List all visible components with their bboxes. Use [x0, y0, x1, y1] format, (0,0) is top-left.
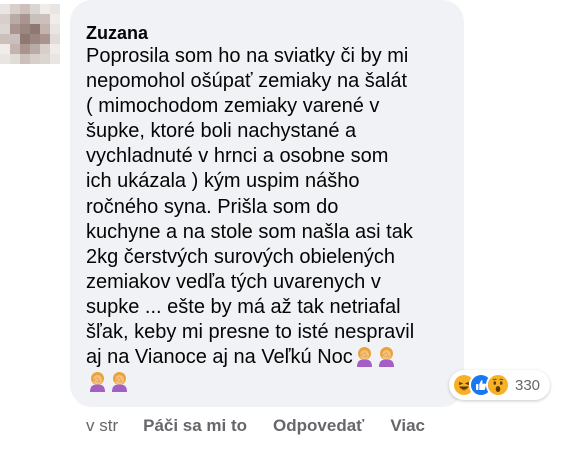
comment-line: zemiakov vedľa tých uvarenych v [86, 270, 381, 293]
comment-author[interactable]: Zuzana [86, 23, 148, 44]
comment-line: ročného syna. Prišla som do [86, 195, 339, 218]
comment-line: nepomohol ošúpať zemiaky na šalát [86, 70, 408, 93]
woman-facepalming-icon [87, 371, 108, 393]
comment-line: šľak, keby mi presne to isté nespravil [86, 321, 415, 344]
comment-thread: Zuzana Poprosila som ho na sviatky či by… [0, 0, 570, 452]
reply-button[interactable]: Odpovedať [273, 416, 364, 436]
comment-line-last: aj na Vianoce aj na Veľkú Noc [86, 345, 458, 370]
comment-text: Poprosila som ho na sviatky či by mi nep… [86, 44, 458, 395]
comment-line: ( mimochodom zemiaky varené v [86, 95, 380, 118]
avatar[interactable] [0, 2, 60, 66]
comment-line: kuchyne a na stole som našla asi tak [86, 220, 413, 243]
like-button[interactable]: Páči sa mi to [143, 416, 247, 436]
woman-facepalming-icon [109, 371, 130, 393]
comment-line: vychladnuté v hrnci a osobne som [86, 145, 389, 168]
reaction-count: 330 [515, 376, 541, 394]
comment-timestamp[interactable]: v str [86, 416, 118, 436]
more-button[interactable]: Viac [390, 416, 425, 436]
comment-line: ich ukázala ) kým uspim nášho [86, 170, 360, 193]
wow-reaction-icon [486, 373, 510, 397]
comment-line-emoji [86, 370, 458, 395]
comment-line: šupke, ktoré boli nachystané a [86, 120, 357, 143]
reactions-summary[interactable]: 330 [449, 370, 551, 400]
woman-facepalming-icon [354, 346, 375, 368]
comment-line: 2kg čerstvých surových obielených [86, 245, 396, 268]
comment-line: Poprosila som ho na sviatky či by mi [86, 45, 409, 67]
comment-line-text: aj na Vianoce aj na Veľkú Noc [86, 346, 353, 369]
woman-facepalming-icon [376, 346, 397, 368]
comment-actions: v str Páči sa mi to Odpovedať Viac [86, 416, 425, 436]
comment-line: supke ... ešte by má až tak netriafal [86, 295, 401, 318]
